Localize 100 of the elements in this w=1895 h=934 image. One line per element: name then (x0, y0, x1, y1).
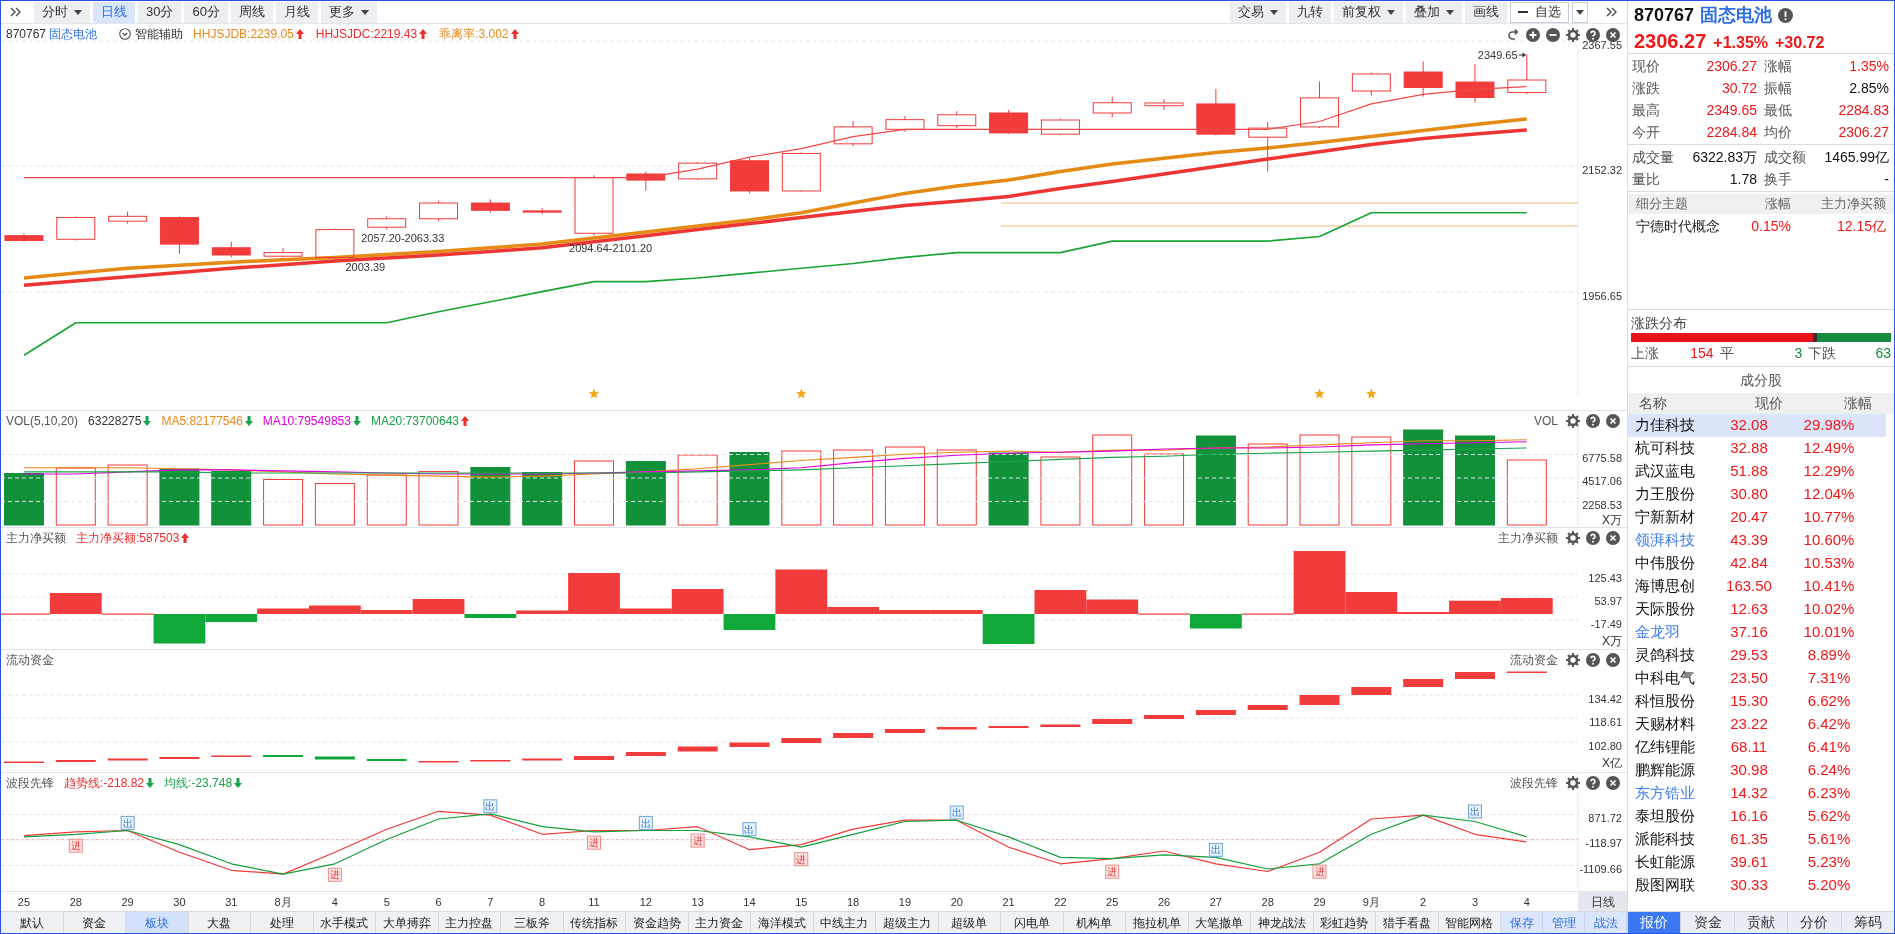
liquidity-bar (1299, 695, 1340, 705)
action-button[interactable]: 保存 (1501, 912, 1543, 933)
date-label: 11 (588, 895, 600, 908)
stock-row[interactable]: 殷图网联 30.33 5.20% (1628, 874, 1886, 897)
stock-row[interactable]: 力王股份 30.80 12.04% (1628, 483, 1886, 506)
field-label: 均价 (1764, 122, 1792, 142)
indicator-tab[interactable]: 神龙战法 (1251, 912, 1314, 933)
indicator-tab[interactable]: 闪电单 (1001, 912, 1064, 933)
period-tab[interactable]: 月线 (275, 1, 318, 23)
period-tab[interactable]: 分时 (34, 1, 90, 23)
panel-tab[interactable]: 筹码 (1840, 912, 1894, 933)
close-icon[interactable] (1606, 530, 1620, 545)
indicator-tab[interactable]: 传统指标 (563, 912, 626, 933)
stock-row[interactable]: 杭可科技 32.88 12.49% (1628, 437, 1886, 460)
watchlist-button[interactable]: 自选 (1510, 1, 1569, 23)
stock-row[interactable]: 泰坦股份 16.16 5.62% (1628, 805, 1886, 828)
panel-tab[interactable]: 资金 (1680, 912, 1734, 933)
close-icon[interactable] (1606, 413, 1620, 428)
stock-row[interactable]: 科恒股份 15.30 6.62% (1628, 690, 1886, 713)
indicator-tab[interactable]: 拖拉机单 (1126, 912, 1189, 933)
period-tab[interactable]: 日线 (93, 1, 135, 23)
stock-row[interactable]: 东方锆业 14.32 6.23% (1628, 782, 1886, 805)
help-icon[interactable] (1586, 652, 1600, 667)
indicator-tab[interactable]: 海洋模式 (751, 912, 814, 933)
period-tab[interactable]: 周线 (230, 1, 273, 23)
indicator-tab[interactable]: 板块 (126, 912, 189, 933)
settings-icon[interactable] (1566, 530, 1580, 545)
help-icon[interactable] (1586, 413, 1600, 428)
stock-row[interactable]: 武汉蓝电 51.88 12.29% (1628, 460, 1886, 483)
close-icon[interactable] (1606, 28, 1620, 42)
dropdown-button[interactable] (1572, 1, 1588, 23)
stock-row[interactable]: 力佳科技 32.08 29.98% (1628, 414, 1886, 437)
settings-icon[interactable] (1566, 28, 1580, 42)
indicator-tab[interactable]: 资金趋势 (626, 912, 689, 933)
indicator-value: HHJSJDC:2219.43 (315, 26, 418, 43)
settings-icon[interactable] (1566, 652, 1580, 667)
curved-arrow-icon[interactable] (1506, 28, 1520, 42)
info-icon[interactable] (1778, 7, 1794, 23)
indicator-tab[interactable]: 大单搏弈 (376, 912, 439, 933)
stock-row[interactable]: 灵鸽科技 29.53 8.89% (1628, 644, 1886, 667)
toolbar-button[interactable]: 交易 (1230, 1, 1286, 23)
indicator-tab[interactable]: 超级主力 (876, 912, 939, 933)
close-icon[interactable] (1606, 775, 1620, 790)
toolbar-button[interactable]: 叠加 (1406, 1, 1462, 23)
settings-icon[interactable] (1566, 413, 1580, 428)
action-button[interactable]: 战法 (1585, 912, 1627, 933)
indicator-tab[interactable]: 猎手看盘 (1376, 912, 1439, 933)
stock-row[interactable]: 天赐材料 23.22 6.42% (1628, 713, 1886, 736)
stock-row[interactable]: 金龙羽 37.16 10.01% (1628, 621, 1886, 644)
count-value: 154 (1690, 343, 1714, 363)
stock-row[interactable]: 鹏辉能源 30.98 6.24% (1628, 759, 1886, 782)
signal-badge: 出 (120, 815, 135, 830)
toolbar-button[interactable]: 九转 (1289, 1, 1331, 23)
indicator-tab[interactable]: 默认 (1, 912, 64, 933)
stock-row[interactable]: 宁新新材 20.47 10.77% (1628, 506, 1886, 529)
help-icon[interactable] (1586, 775, 1600, 790)
theme-name[interactable]: 宁德时代概念 (1636, 215, 1731, 237)
settings-icon[interactable] (1566, 775, 1580, 790)
indicator-tab[interactable]: 机构单 (1063, 912, 1126, 933)
stock-name[interactable]: 固态电池 (49, 25, 98, 43)
stock-row[interactable]: 领湃科技 43.39 10.60% (1628, 529, 1886, 552)
field-value: 30.72 (1721, 78, 1757, 98)
period-tab[interactable]: 30分 (138, 1, 182, 23)
stock-row[interactable]: 海博思创 163.50 10.41% (1628, 575, 1886, 598)
plus-circle-icon[interactable] (1526, 28, 1540, 42)
indicator-tab[interactable]: 中线主力 (813, 912, 876, 933)
indicator-tab[interactable]: 彩虹趋势 (1313, 912, 1376, 933)
help-icon[interactable] (1586, 530, 1600, 545)
indicator-tab[interactable]: 处理 (251, 912, 314, 933)
stock-row[interactable]: 中伟股份 42.84 10.53% (1628, 552, 1886, 575)
indicator-tab[interactable]: 超级单 (938, 912, 1001, 933)
indicator-tab[interactable]: 大笔撤单 (1188, 912, 1251, 933)
action-button[interactable]: 管理 (1543, 912, 1585, 933)
indicator-tab[interactable]: 水手模式 (313, 912, 376, 933)
panel-tab[interactable]: 报价 (1628, 912, 1681, 933)
period-tab[interactable]: 更多 (320, 1, 377, 23)
period-tab[interactable]: 60分 (184, 1, 228, 23)
toolbar-button[interactable]: 前复权 (1334, 1, 1403, 23)
help-icon[interactable] (1586, 28, 1600, 42)
toolbar-button[interactable]: 画线 (1465, 1, 1507, 23)
stock-row[interactable]: 天际股份 12.63 10.02% (1628, 598, 1886, 621)
candlestick (315, 227, 355, 260)
candlestick (4, 232, 44, 243)
assist-toggle[interactable]: 智能辅助 (119, 25, 184, 43)
field-label: 最高 (1632, 100, 1660, 120)
stock-row[interactable]: 中科电气 23.50 7.31% (1628, 667, 1886, 690)
stock-row[interactable]: 长虹能源 39.61 5.23% (1628, 851, 1886, 874)
stock-price: 39.61 (1729, 852, 1769, 873)
indicator-tab[interactable]: 三板斧 (501, 912, 564, 933)
panel-tab[interactable]: 贡献 (1733, 912, 1788, 933)
stock-row[interactable]: 派能科技 61.35 5.61% (1628, 828, 1886, 851)
axis-label: -1109.66 (1579, 862, 1622, 875)
stock-row[interactable]: 亿纬锂能 68.11 6.41% (1628, 736, 1886, 759)
minus-circle-icon[interactable] (1546, 28, 1560, 42)
pane-title: VOL (1534, 412, 1558, 430)
indicator-tab[interactable]: 大盘 (188, 912, 251, 933)
close-icon[interactable] (1606, 652, 1620, 667)
indicator-tab[interactable]: 主力资金 (688, 912, 751, 933)
panel-tab[interactable]: 分价 (1787, 912, 1841, 933)
indicator-tab[interactable]: 主力控盘 (438, 912, 501, 933)
